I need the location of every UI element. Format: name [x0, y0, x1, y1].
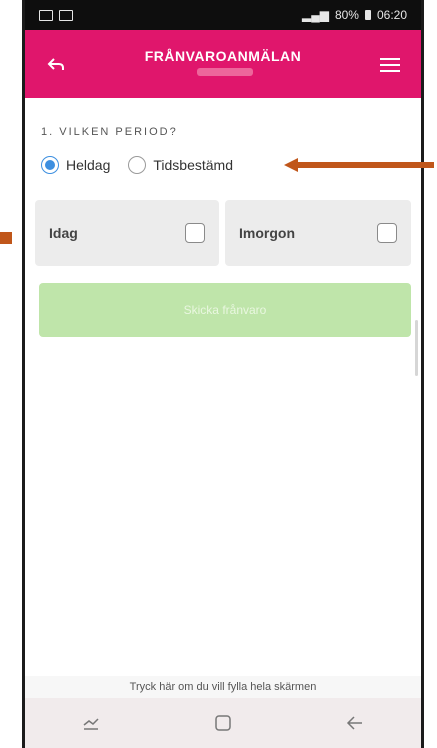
back-icon [346, 716, 362, 730]
section-label: 1. VILKEN PERIOD? [41, 126, 178, 138]
annotation-arrow-stub [0, 232, 12, 244]
home-icon [215, 715, 231, 731]
submit-button[interactable]: Skicka frånvaro [39, 283, 411, 337]
scrollbar[interactable] [415, 320, 418, 376]
recent-apps-icon [83, 718, 99, 730]
app-bar: FRÅNVAROANMÄLAN [25, 30, 421, 98]
status-bar: ▂▄▆ 80% 06:20 [25, 0, 421, 30]
radio-heldag[interactable]: Heldag [41, 156, 110, 174]
fullscreen-hint[interactable]: Tryck här om du vill fylla hela skärmen [25, 676, 421, 698]
day-card-tomorrow[interactable]: Imorgon [225, 200, 411, 266]
status-left-icons [39, 9, 73, 21]
recent-apps-button[interactable] [71, 703, 111, 743]
radio-label: Heldag [66, 157, 111, 173]
hamburger-menu-icon [380, 58, 400, 72]
annotation-arrow-icon [284, 158, 434, 172]
subtitle-blur [197, 68, 253, 76]
nav-back-button[interactable] [335, 703, 375, 743]
radio-button[interactable] [128, 156, 147, 174]
checkbox-tomorrow[interactable] [377, 223, 397, 243]
menu-button[interactable] [373, 48, 407, 82]
phone-screen: ▂▄▆ 80% 06:20 FRÅNVAROANMÄLAN 1. VILKEN … [22, 0, 424, 748]
radio-label: Tidsbestämd [153, 157, 233, 173]
home-button[interactable] [203, 703, 243, 743]
status-right: ▂▄▆ 80% 06:20 [302, 8, 407, 22]
signal-icon: ▂▄▆ [301, 8, 329, 22]
battery-icon [364, 10, 371, 20]
radio-tidsbestamd[interactable]: Tidsbestämd [128, 156, 233, 174]
image-notification-icon [39, 9, 53, 21]
day-label: Idag [49, 225, 78, 241]
mail-notification-icon [59, 9, 73, 21]
day-card-today[interactable]: Idag [35, 200, 219, 266]
radio-button-checked[interactable] [41, 156, 59, 174]
period-radio-group: Heldag Tidsbestämd [41, 156, 233, 174]
checkbox-today[interactable] [185, 223, 205, 243]
day-label: Imorgon [239, 225, 295, 241]
page-title: FRÅNVAROANMÄLAN [144, 48, 302, 64]
system-nav-bar [25, 698, 421, 748]
clock: 06:20 [376, 8, 407, 22]
battery-percent: 80% [334, 8, 359, 22]
